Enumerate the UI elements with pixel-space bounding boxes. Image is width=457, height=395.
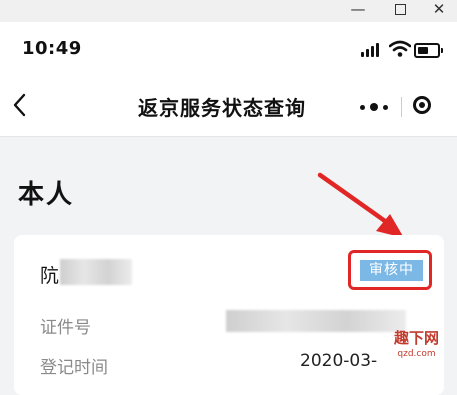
section-title: 本人 (18, 180, 75, 210)
watermark-domain: qzd.com (397, 349, 436, 359)
registration-time-label: 登记时间 (40, 358, 108, 378)
maximize-icon (394, 4, 406, 15)
window-titlebar: — ✕ (0, 0, 457, 22)
more-icon[interactable] (358, 99, 392, 115)
id-number-label: 证件号 (40, 318, 91, 338)
capsule-divider (401, 97, 402, 117)
mini-program-capsule (348, 90, 444, 124)
close-mini-program-icon[interactable] (413, 96, 431, 114)
watermark-text: 趣下网 (394, 329, 440, 347)
nav-bar: 返京服务状态查询 (0, 80, 457, 137)
close-button[interactable]: ✕ (424, 0, 454, 22)
minimize-button[interactable]: — (343, 0, 373, 22)
registration-date: 2020-03- (300, 351, 378, 371)
battery-icon (414, 43, 443, 58)
status-badge: 审核中 (360, 260, 423, 281)
applicant-name: 阬 (40, 265, 60, 287)
back-arrow-icon[interactable] (10, 92, 28, 118)
status-card[interactable]: 阬 审核中 证件号 登记时间 2020-03- (14, 235, 444, 395)
status-bar: 10:49 (0, 22, 457, 80)
status-time: 10:49 (22, 38, 82, 59)
redacted-id-number (226, 310, 406, 332)
site-watermark: 趣下网 qzd.com (394, 330, 439, 362)
redacted-name (60, 259, 132, 285)
wifi-icon (389, 40, 411, 57)
page-title: 返京服务状态查询 (138, 96, 306, 120)
status-highlight-box: 审核中 (348, 250, 432, 290)
maximize-button[interactable] (385, 0, 415, 22)
signal-icon (361, 43, 383, 57)
